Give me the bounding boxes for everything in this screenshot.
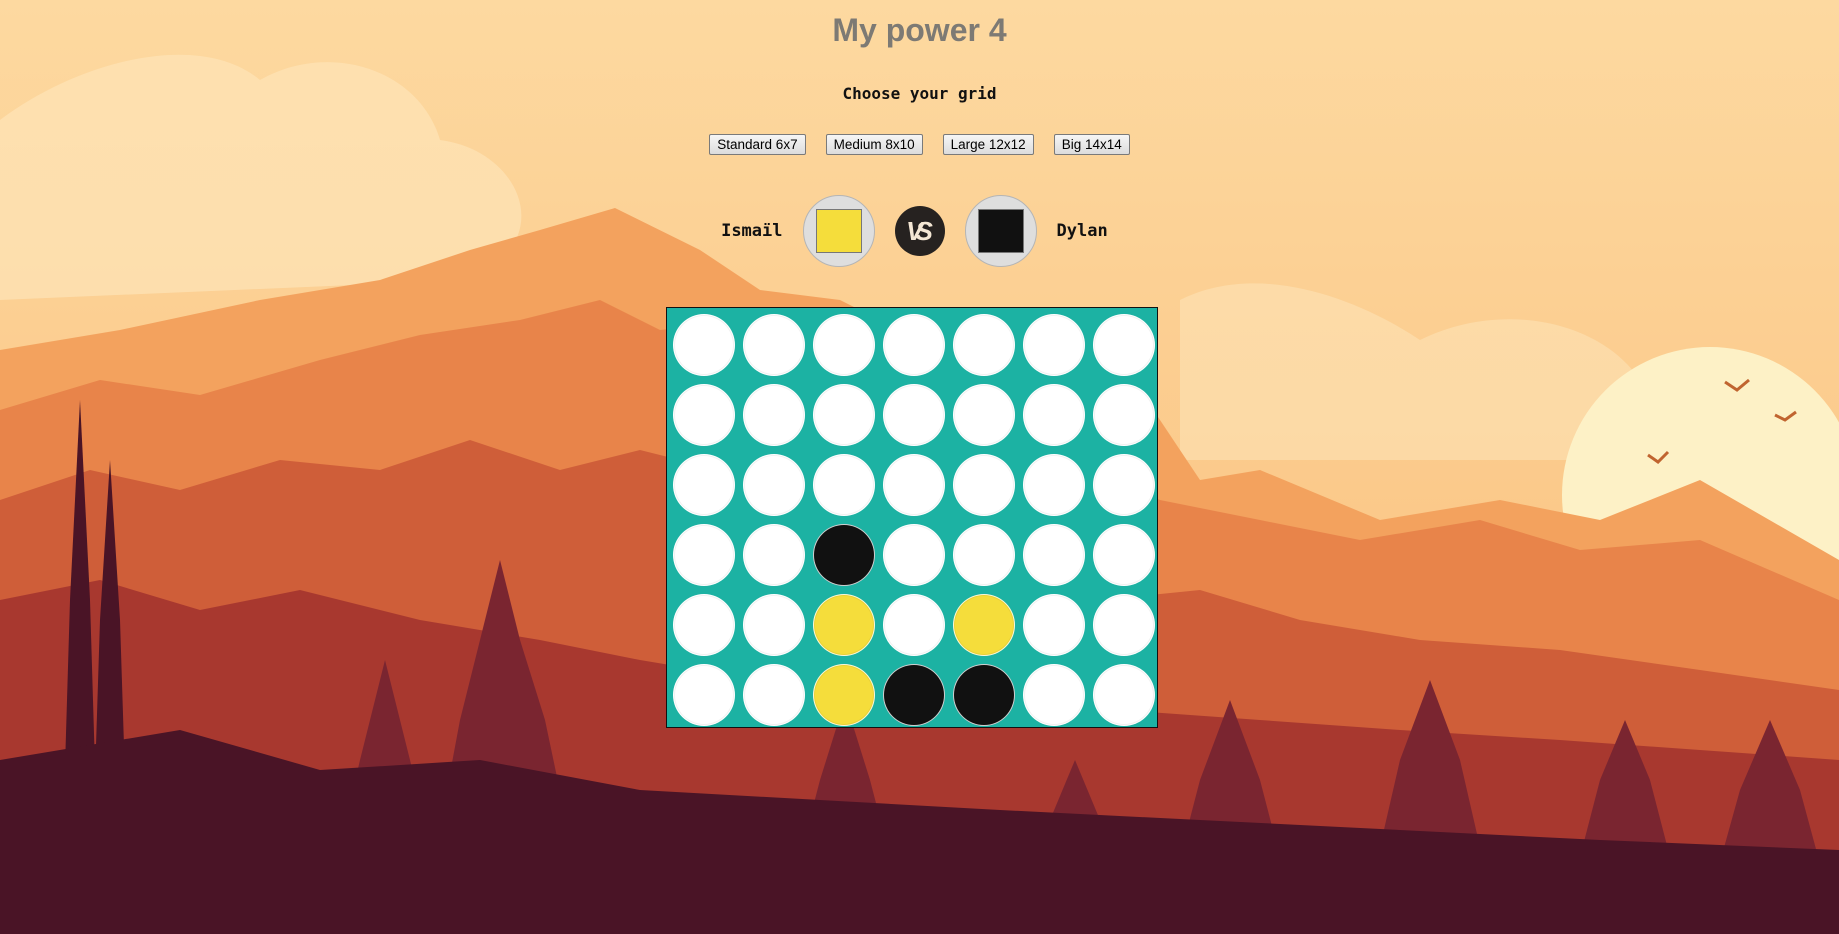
board-cell-empty[interactable] xyxy=(813,384,875,446)
board-cell-empty[interactable] xyxy=(1023,664,1085,726)
board-cell-empty[interactable] xyxy=(1023,524,1085,586)
board-cell-empty[interactable] xyxy=(1093,594,1155,656)
player-1-name: Ismaïl xyxy=(721,221,783,241)
board-cell-empty[interactable] xyxy=(743,594,805,656)
players-bar: Ismaïl VS Dylan xyxy=(0,195,1839,267)
board-token-black[interactable] xyxy=(883,664,945,726)
board-cell-empty[interactable] xyxy=(813,454,875,516)
board-cell-empty[interactable] xyxy=(1023,314,1085,376)
board-token-black[interactable] xyxy=(813,524,875,586)
board-cell-empty[interactable] xyxy=(953,524,1015,586)
player-1-color-swatch xyxy=(815,209,862,253)
board-cell-empty[interactable] xyxy=(743,384,805,446)
board-cell-empty[interactable] xyxy=(743,664,805,726)
board-cell-empty[interactable] xyxy=(883,384,945,446)
grid-large-12x12-button[interactable]: Large 12x12 xyxy=(942,134,1034,155)
board-cell-empty[interactable] xyxy=(743,314,805,376)
board-cell-empty[interactable] xyxy=(1093,314,1155,376)
board-cell-empty[interactable] xyxy=(1023,594,1085,656)
board-cell-empty[interactable] xyxy=(883,524,945,586)
vs-badge-icon: VS xyxy=(894,206,945,256)
board-cell-empty[interactable] xyxy=(743,454,805,516)
board-cell-empty[interactable] xyxy=(1023,384,1085,446)
board-token-black[interactable] xyxy=(953,664,1015,726)
board-token-yellow[interactable] xyxy=(953,594,1015,656)
board-cell-empty[interactable] xyxy=(673,524,735,586)
board-cell-empty[interactable] xyxy=(673,454,735,516)
board-cell-empty[interactable] xyxy=(1023,454,1085,516)
board-cell-empty[interactable] xyxy=(673,664,735,726)
grid-big-14x14-button[interactable]: Big 14x14 xyxy=(1053,134,1130,155)
game-board xyxy=(666,307,1158,728)
player-2-color-swatch xyxy=(977,209,1024,253)
board-cell-empty[interactable] xyxy=(953,384,1015,446)
board-cell-empty[interactable] xyxy=(883,454,945,516)
board-cell-empty[interactable] xyxy=(883,314,945,376)
board-cell-empty[interactable] xyxy=(953,454,1015,516)
grid-medium-8x10-button[interactable]: Medium 8x10 xyxy=(825,134,923,155)
board-cell-empty[interactable] xyxy=(1093,384,1155,446)
board-cell-empty[interactable] xyxy=(953,314,1015,376)
board-cell-empty[interactable] xyxy=(1093,524,1155,586)
grid-choice-heading: Choose your grid xyxy=(842,84,997,103)
board-cell-empty[interactable] xyxy=(813,314,875,376)
page-title: My power 4 xyxy=(832,12,1007,48)
board-cell-empty[interactable] xyxy=(673,314,735,376)
board-cell-empty[interactable] xyxy=(673,384,735,446)
board-token-yellow[interactable] xyxy=(813,594,875,656)
grid-size-selector: Standard 6x7 Medium 8x10 Large 12x12 Big… xyxy=(0,134,1839,155)
player-2-name: Dylan xyxy=(1056,221,1108,241)
board-cell-empty[interactable] xyxy=(743,524,805,586)
board-cell-empty[interactable] xyxy=(883,594,945,656)
player-1-color-picker[interactable] xyxy=(802,195,875,267)
board-cell-empty[interactable] xyxy=(673,594,735,656)
board-cell-empty[interactable] xyxy=(1093,664,1155,726)
board-token-yellow[interactable] xyxy=(813,664,875,726)
board-cell-empty[interactable] xyxy=(1093,454,1155,516)
grid-standard-6x7-button[interactable]: Standard 6x7 xyxy=(709,134,806,155)
player-2-color-picker[interactable] xyxy=(964,195,1037,267)
